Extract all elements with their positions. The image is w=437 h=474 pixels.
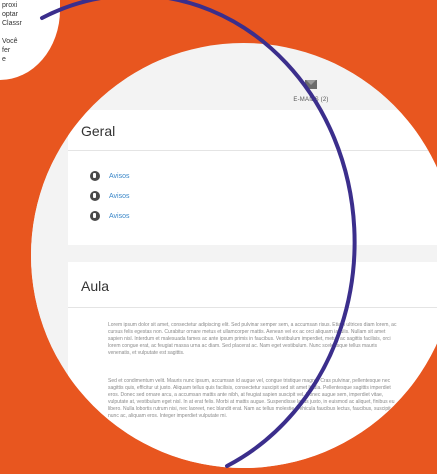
decorative-ring xyxy=(40,0,357,468)
